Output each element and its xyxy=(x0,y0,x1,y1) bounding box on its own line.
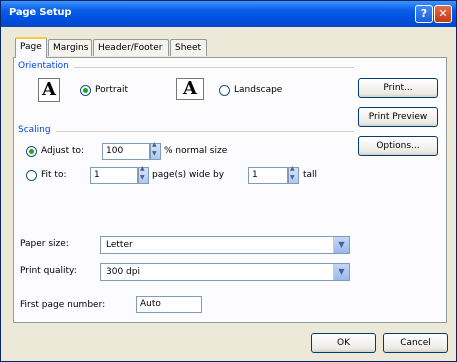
fit-wide-spinner[interactable] xyxy=(138,165,149,184)
landscape-label[interactable]: Landscape xyxy=(234,85,282,95)
tab-sheet[interactable]: Sheet xyxy=(170,39,207,56)
landscape-icon: A xyxy=(176,78,204,100)
chevron-down-icon[interactable]: ▼ xyxy=(333,264,349,280)
help-button[interactable]: ? xyxy=(415,5,433,23)
chevron-down-icon[interactable]: ▼ xyxy=(333,237,349,253)
portrait-icon: A xyxy=(38,78,60,102)
paper-size-value: Letter xyxy=(106,240,133,250)
tab-header-footer[interactable]: Header/Footer xyxy=(93,39,169,56)
orientation-divider xyxy=(74,67,354,68)
dialog-title: Page Setup xyxy=(9,7,72,18)
print-quality-value: 300 dpi xyxy=(106,267,140,277)
scaling-divider xyxy=(56,131,354,132)
fit-to-radio[interactable] xyxy=(26,170,37,181)
orientation-group-label: Orientation xyxy=(18,61,69,71)
landscape-radio[interactable] xyxy=(219,85,230,96)
tab-panel-page: Orientation A Portrait A Landscape Scali… xyxy=(13,57,447,323)
paper-size-select[interactable]: Letter ▼ xyxy=(100,236,350,254)
scaling-group-label: Scaling xyxy=(18,125,51,135)
options-button[interactable]: Options... xyxy=(358,136,438,156)
print-preview-button[interactable]: Print Preview xyxy=(358,107,438,127)
adjust-percent-input[interactable]: 100 xyxy=(102,143,150,160)
print-quality-select[interactable]: 300 dpi ▼ xyxy=(100,263,350,281)
paper-size-label: Paper size: xyxy=(20,239,69,249)
fit-to-label[interactable]: Fit to: xyxy=(41,170,66,180)
print-button[interactable]: Print... xyxy=(358,78,438,98)
fit-wide-input[interactable]: 1 xyxy=(90,167,138,184)
adjust-percent-spinner[interactable] xyxy=(150,141,161,160)
page-setup-dialog: Page Setup ? ✕ Page Margins Header/Foote… xyxy=(0,0,457,362)
close-button[interactable]: ✕ xyxy=(434,5,452,23)
print-quality-label: Print quality: xyxy=(20,266,77,276)
fit-tall-suffix: tall xyxy=(303,170,318,180)
adjust-to-label[interactable]: Adjust to: xyxy=(41,146,84,156)
ok-button[interactable]: OK xyxy=(311,333,376,353)
portrait-radio[interactable] xyxy=(80,85,91,96)
first-page-number-label: First page number: xyxy=(20,300,106,310)
title-bar[interactable]: Page Setup ? ✕ xyxy=(1,1,456,27)
cancel-button[interactable]: Cancel xyxy=(383,333,448,353)
fit-wide-suffix: page(s) wide by xyxy=(152,170,225,180)
adjust-suffix-label: % normal size xyxy=(164,146,228,156)
adjust-to-radio[interactable] xyxy=(26,146,37,157)
tab-page[interactable]: Page xyxy=(15,37,47,58)
first-page-number-input[interactable]: Auto xyxy=(136,296,202,313)
fit-tall-spinner[interactable] xyxy=(288,165,299,184)
portrait-label[interactable]: Portrait xyxy=(95,85,128,95)
fit-tall-input[interactable]: 1 xyxy=(248,167,288,184)
tab-margins[interactable]: Margins xyxy=(48,39,92,56)
